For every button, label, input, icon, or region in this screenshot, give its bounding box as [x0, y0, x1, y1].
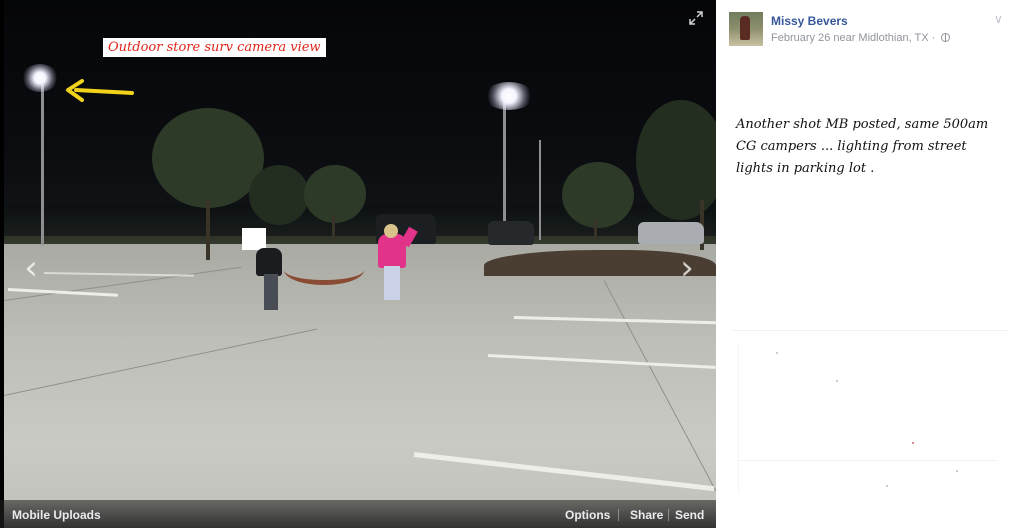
divider [668, 509, 669, 521]
author-name[interactable]: Missy Bevers [771, 14, 848, 28]
globe-icon[interactable] [941, 33, 951, 42]
tree [249, 165, 309, 225]
person-dark-clothes [256, 248, 282, 276]
avatar[interactable] [729, 12, 763, 46]
photo-viewer: Outdoor store surv camera view ‹ › Mobil… [0, 0, 716, 528]
overlay-caption: Outdoor store surv camera view [103, 38, 326, 57]
person-hair [384, 224, 398, 238]
faint-mark [912, 442, 914, 444]
expand-icon[interactable] [688, 10, 704, 26]
faint-mark [836, 380, 838, 382]
yellow-arrow-icon [66, 79, 134, 102]
divider [618, 509, 619, 521]
light-pole [503, 100, 506, 240]
share-button[interactable]: Share [630, 508, 663, 522]
post-date-location[interactable]: February 26 near Midlothian, TX · [771, 32, 935, 44]
post-side-panel: Missy Bevers February 26 near Midlothian… [716, 0, 1024, 528]
tree [152, 108, 264, 208]
tree [304, 165, 366, 223]
parked-car [638, 222, 704, 244]
tree-trunk [332, 215, 335, 241]
light-pole [539, 140, 541, 240]
options-button[interactable]: Options [565, 508, 610, 522]
post-caption: Another shot MB posted, same 500am CG ca… [736, 117, 989, 176]
rope [284, 255, 364, 285]
faint-mark [776, 352, 778, 354]
next-photo-arrow-icon[interactable]: › [674, 246, 700, 290]
tree [636, 100, 716, 220]
album-link[interactable]: Mobile Uploads [12, 508, 101, 522]
faint-mark [886, 485, 888, 487]
street-light [22, 64, 58, 92]
divider [738, 343, 739, 493]
faint-mark [956, 470, 958, 472]
divider [738, 460, 998, 461]
tree-trunk [594, 220, 597, 240]
chevron-down-icon[interactable]: ∨ [994, 12, 1003, 26]
parked-car [488, 221, 534, 245]
post-meta: February 26 near Midlothian, TX · [771, 32, 951, 44]
avatar-figure [740, 16, 750, 40]
street-light [484, 82, 534, 110]
photo-bottom-bar: Mobile Uploads Options Share Send [0, 500, 716, 528]
divider [732, 330, 1008, 331]
previous-photo-arrow-icon[interactable]: ‹ [18, 246, 44, 290]
person-legs [384, 266, 400, 300]
parking-lot-pavement [4, 244, 716, 528]
light-pole [41, 80, 44, 245]
censored-face [242, 228, 266, 250]
tree-trunk [206, 200, 210, 260]
tree [562, 162, 634, 228]
person-legs [264, 274, 278, 310]
send-button[interactable]: Send [675, 508, 704, 522]
